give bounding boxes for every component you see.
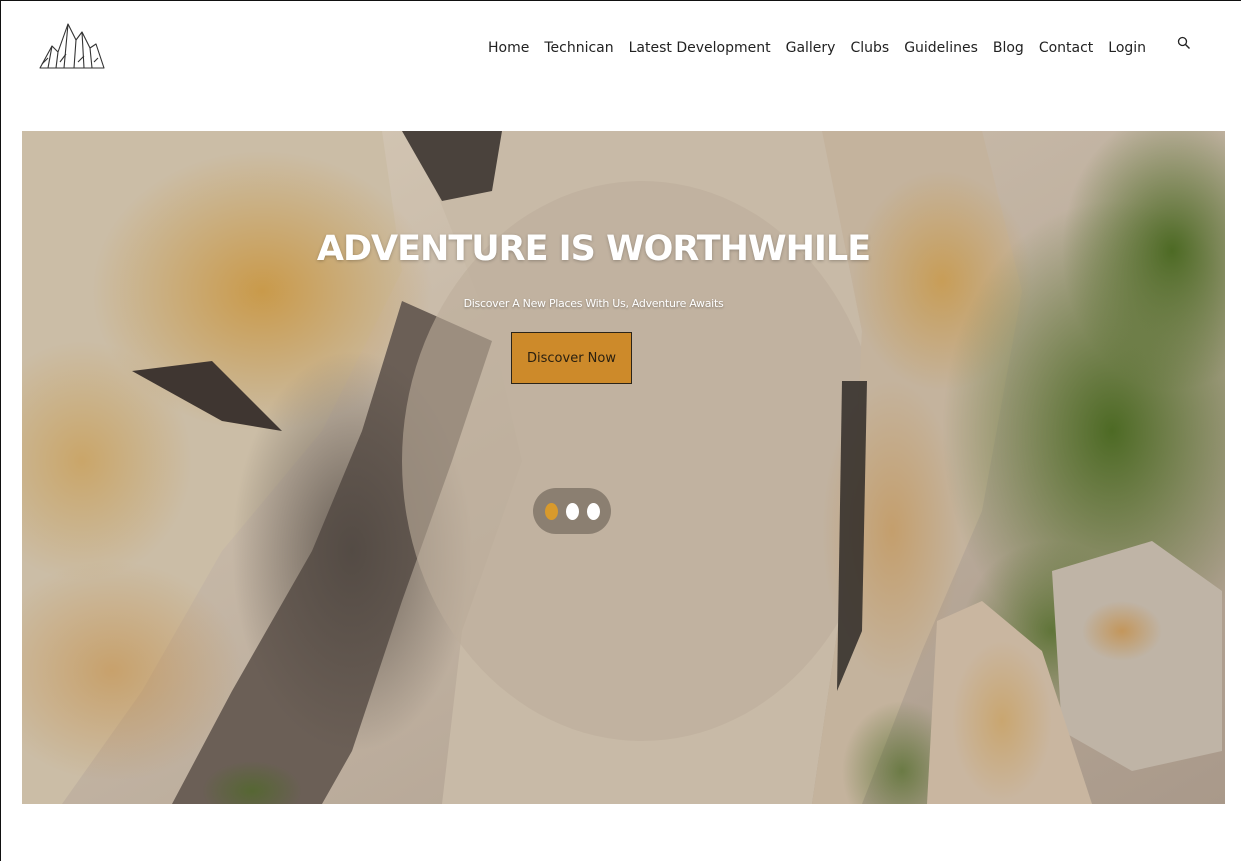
slider-pagination — [533, 488, 611, 534]
slide-dot-3[interactable] — [586, 502, 600, 520]
nav-home[interactable]: Home — [488, 40, 529, 56]
discover-now-button[interactable]: Discover Now — [511, 332, 632, 384]
nav-blog[interactable]: Blog — [993, 40, 1024, 56]
nav-clubs[interactable]: Clubs — [850, 40, 889, 56]
hero-title: ADVENTURE IS WORTHWHILE — [316, 229, 871, 269]
nav-technican[interactable]: Technican — [544, 40, 613, 56]
nav-gallery[interactable]: Gallery — [786, 40, 836, 56]
hero-slider: ADVENTURE IS WORTHWHILE Discover A New P… — [22, 131, 1225, 804]
search-icon[interactable] — [1177, 36, 1191, 50]
nav-guidelines[interactable]: Guidelines — [904, 40, 978, 56]
slide-dot-2[interactable] — [565, 502, 579, 520]
main-nav: Home Technican Latest Development Galler… — [488, 36, 1191, 56]
slide-dot-1[interactable] — [544, 502, 558, 520]
nav-latest-development[interactable]: Latest Development — [629, 40, 771, 56]
nav-contact[interactable]: Contact — [1039, 40, 1093, 56]
mountain-logo-icon[interactable] — [38, 18, 106, 72]
hero-subtitle: Discover A New Places With Us, Adventure… — [463, 297, 724, 310]
nav-login[interactable]: Login — [1108, 40, 1146, 56]
